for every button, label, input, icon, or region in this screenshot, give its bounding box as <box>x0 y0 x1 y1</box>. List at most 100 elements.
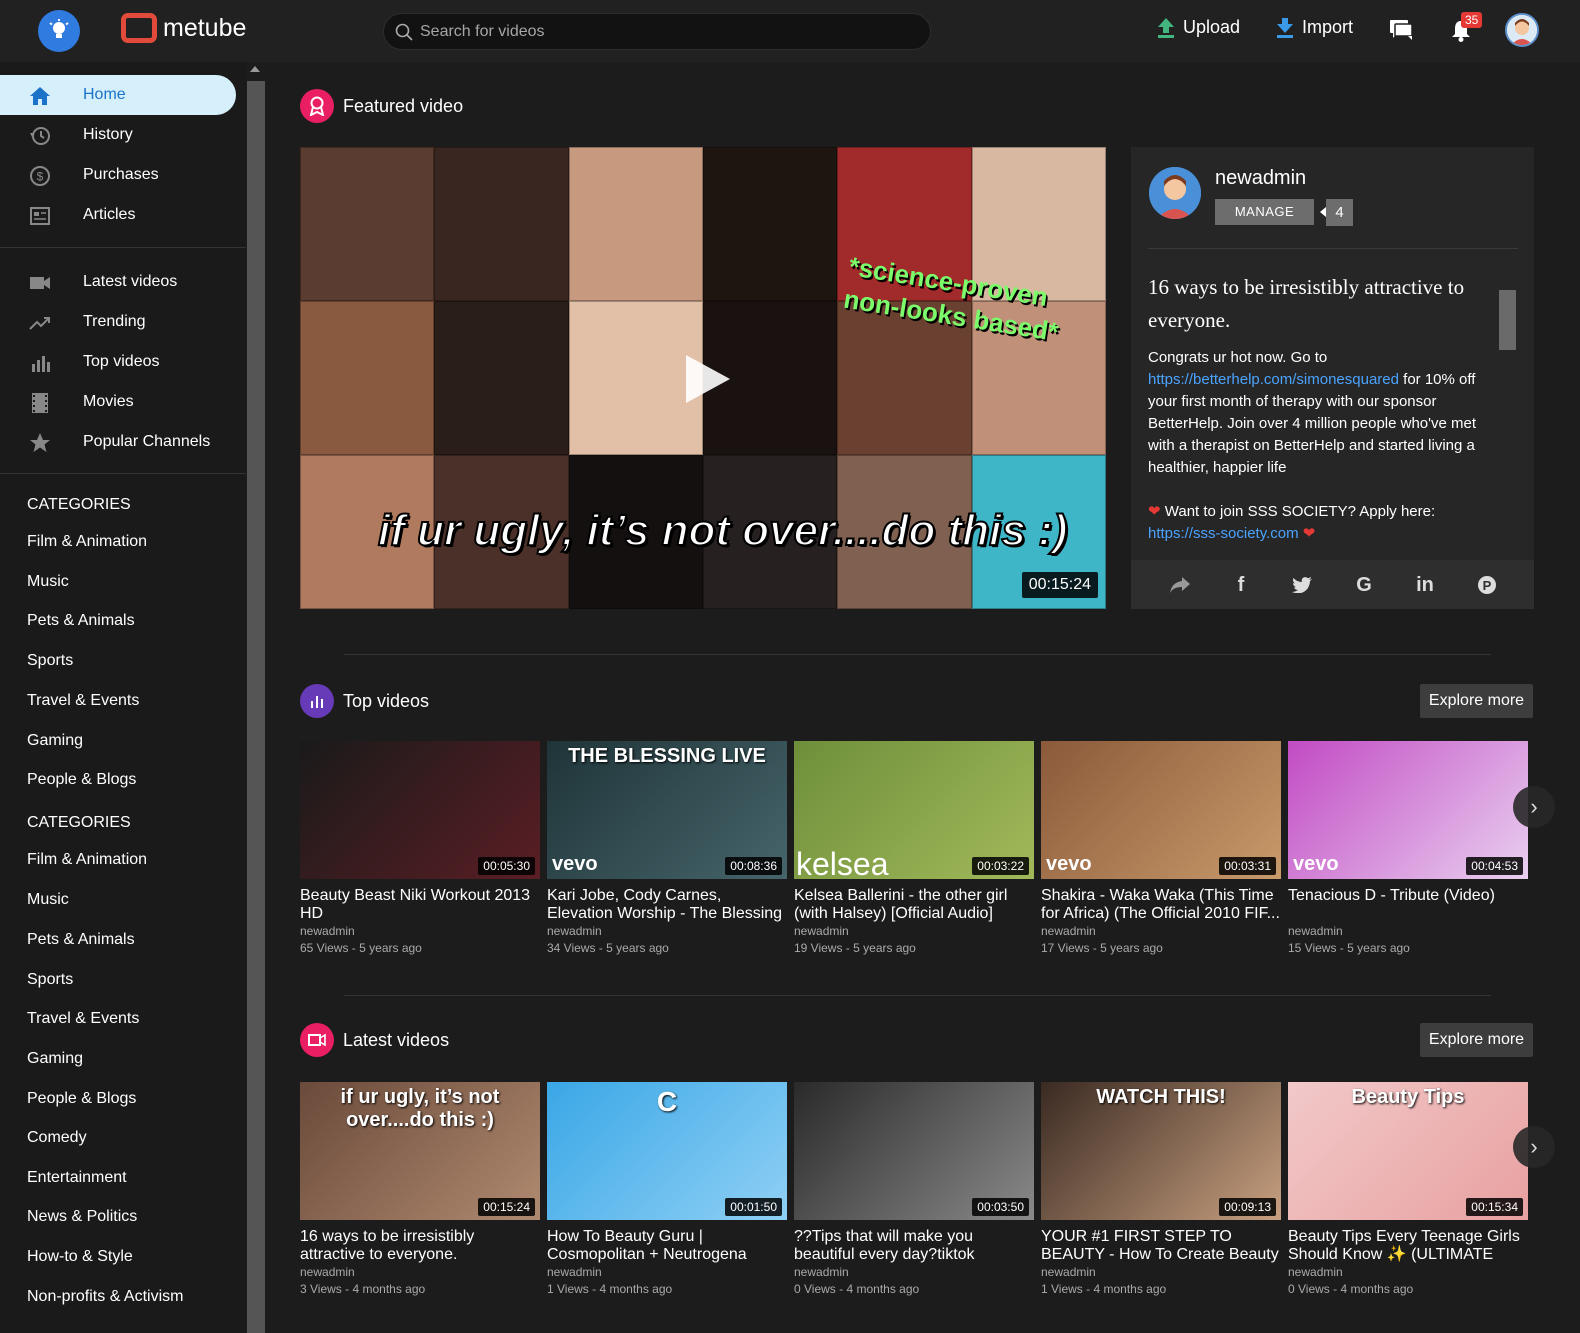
sidebar-item-top-videos[interactable]: Top videos <box>0 342 236 382</box>
category-item[interactable]: Travel & Events <box>27 1010 139 1028</box>
scrollbar-thumb[interactable] <box>247 81 265 1333</box>
explore-more-button[interactable]: Explore more <box>1420 1023 1533 1057</box>
sss-society-link[interactable]: https://sss-society.com <box>1148 525 1299 542</box>
category-item[interactable]: Sports <box>27 971 73 989</box>
category-item[interactable]: Sports <box>27 652 73 670</box>
twitter-icon[interactable] <box>1289 572 1315 598</box>
description-scrollbar[interactable] <box>1499 275 1516 547</box>
sidebar-scrollbar[interactable] <box>246 62 265 1333</box>
sidebar-item-purchases[interactable]: $ Purchases <box>0 155 236 195</box>
sidebar-divider <box>0 473 246 474</box>
category-item[interactable]: How-to & Style <box>27 1248 133 1266</box>
category-item[interactable]: People & Blogs <box>27 771 136 789</box>
video-title[interactable]: Shakira - Waka Waka (This Time for Afric… <box>1041 887 1281 923</box>
category-item[interactable]: Gaming <box>27 732 83 750</box>
video-author[interactable]: newadmin <box>300 1264 540 1281</box>
carousel-next-button[interactable]: › <box>1513 1126 1555 1168</box>
category-item[interactable]: Travel & Events <box>27 692 139 710</box>
video-card[interactable]: WATCH THIS! 00:09:13 YOUR #1 FIRST STEP TO… <box>1041 1082 1281 1298</box>
sidebar-item-home[interactable]: Home <box>0 75 236 115</box>
carousel-next-button[interactable]: › <box>1513 786 1555 828</box>
messages-icon[interactable] <box>1389 19 1413 46</box>
lightbulb-icon[interactable] <box>38 10 80 52</box>
video-title[interactable]: Beauty Tips Every Teenage Girls Should K… <box>1288 1228 1528 1264</box>
video-author[interactable]: newadmin <box>794 923 1034 940</box>
import-button[interactable]: Import <box>1276 17 1353 38</box>
sidebar-item-latest-videos[interactable]: Latest videos <box>0 262 236 302</box>
sidebar-item-trending[interactable]: Trending <box>0 302 236 342</box>
scroll-up-icon[interactable] <box>250 66 260 72</box>
video-thumbnail[interactable]: vevo 00:03:31 <box>1041 741 1281 879</box>
category-item[interactable]: Comedy <box>27 1129 87 1147</box>
video-thumbnail[interactable]: C 00:01:50 <box>547 1082 787 1220</box>
upload-button[interactable]: Upload <box>1157 17 1240 38</box>
video-title[interactable]: Kelsea Ballerini - the other girl (with … <box>794 887 1034 923</box>
category-item[interactable]: News & Politics <box>27 1208 137 1226</box>
video-author[interactable]: newadmin <box>300 923 540 940</box>
history-icon <box>30 127 50 145</box>
channel-avatar[interactable] <box>1149 167 1201 219</box>
video-author[interactable]: newadmin <box>794 1264 1034 1281</box>
video-thumbnail[interactable]: 00:03:50 <box>794 1082 1034 1220</box>
category-item[interactable]: Music <box>27 573 69 591</box>
category-item[interactable]: Film & Animation <box>27 533 147 551</box>
category-item[interactable]: Pets & Animals <box>27 612 135 630</box>
share-icon[interactable] <box>1167 572 1193 598</box>
sidebar-item-movies[interactable]: Movies <box>0 382 236 422</box>
video-thumbnail[interactable]: WATCH THIS! 00:09:13 <box>1041 1082 1281 1220</box>
video-title[interactable]: Tenacious D - Tribute (Video) <box>1288 887 1528 923</box>
linkedin-icon[interactable]: in <box>1412 572 1438 598</box>
video-title[interactable]: YOUR #1 FIRST STEP TO BEAUTY - How To Cr… <box>1041 1228 1281 1264</box>
video-card[interactable]: 00:05:30 Beauty Beast Niki Workout 2013 H… <box>300 741 540 957</box>
betterhelp-link[interactable]: https://betterhelp.com/simonesquared <box>1148 371 1399 388</box>
video-card[interactable]: vevo 00:03:31 Shakira - Waka Waka (This Ti… <box>1041 741 1281 957</box>
category-item[interactable]: Film & Animation <box>27 851 147 869</box>
category-item[interactable]: Pets & Animals <box>27 931 135 949</box>
video-meta: 15 Views - 5 years ago <box>1288 941 1410 955</box>
scrollbar-thumb[interactable] <box>1499 290 1516 350</box>
video-title[interactable]: Kari Jobe, Cody Carnes, Elevation Worshi… <box>547 887 787 923</box>
category-item[interactable]: People & Blogs <box>27 1090 136 1108</box>
video-title[interactable]: 16 ways to be irresistibly attractive to… <box>300 1228 540 1264</box>
manage-button[interactable]: MANAGE <box>1215 199 1314 225</box>
video-author[interactable]: newadmin <box>1041 923 1281 940</box>
video-title[interactable]: ??Tips that will make you beautiful ever… <box>794 1228 1034 1264</box>
video-card[interactable]: if ur ugly, it’s not over....do this :) 0… <box>300 1082 540 1298</box>
video-thumbnail[interactable]: vevo 00:04:53 <box>1288 741 1528 879</box>
video-author[interactable]: newadmin <box>1288 1264 1528 1281</box>
video-thumbnail[interactable]: if ur ugly, it’s not over....do this :) 0… <box>300 1082 540 1220</box>
video-card[interactable]: kelsea 00:03:22 Kelsea Ballerini - the oth… <box>794 741 1034 957</box>
video-title[interactable]: Beauty Beast Niki Workout 2013 HD <box>300 887 540 923</box>
sidebar-item-history[interactable]: History <box>0 115 236 155</box>
video-card[interactable]: vevo 00:04:53 Tenacious D - Tribute (Video… <box>1288 741 1528 957</box>
video-author[interactable]: newadmin <box>1041 1264 1281 1281</box>
category-item[interactable]: Gaming <box>27 1050 83 1068</box>
play-icon[interactable] <box>686 355 730 403</box>
video-thumbnail[interactable]: 00:05:30 <box>300 741 540 879</box>
search-input[interactable] <box>420 14 920 49</box>
sidebar-item-popular-channels[interactable]: Popular Channels <box>0 422 236 462</box>
featured-video-player[interactable]: *science-proven non-looks based* if ur u… <box>300 147 1106 609</box>
category-item[interactable]: Entertainment <box>27 1169 127 1187</box>
video-author[interactable]: newadmin <box>1288 923 1528 940</box>
video-thumbnail[interactable]: Beauty Tips 00:15:34 <box>1288 1082 1528 1220</box>
channel-name[interactable]: newadmin <box>1215 167 1306 190</box>
video-card[interactable]: Beauty Tips 00:15:34 Beauty Tips Every Tee… <box>1288 1082 1528 1298</box>
video-author[interactable]: newadmin <box>547 1264 787 1281</box>
video-thumbnail[interactable]: kelsea 00:03:22 <box>794 741 1034 879</box>
category-item[interactable]: Non-profits & Activism <box>27 1288 183 1306</box>
video-author[interactable]: newadmin <box>547 923 787 940</box>
category-item[interactable]: Music <box>27 891 69 909</box>
pinterest-icon[interactable]: P <box>1474 572 1500 598</box>
user-avatar[interactable] <box>1505 13 1539 47</box>
google-icon[interactable]: G <box>1351 572 1377 598</box>
explore-more-button[interactable]: Explore more <box>1420 684 1533 718</box>
facebook-icon[interactable]: f <box>1228 572 1254 598</box>
video-card[interactable]: THE BLESSING LIVE vevo 00:08:36 Kari Jobe, … <box>547 741 787 957</box>
video-card[interactable]: 00:03:50 ??Tips that will make you beauti… <box>794 1082 1034 1298</box>
video-card[interactable]: C 00:01:50 How To Beauty Guru | Cosmopolit… <box>547 1082 787 1298</box>
logo[interactable]: metube <box>121 13 246 43</box>
video-title[interactable]: How To Beauty Guru | Cosmopolitan + Neut… <box>547 1228 787 1264</box>
sidebar-item-articles[interactable]: Articles <box>0 195 236 235</box>
video-thumbnail[interactable]: THE BLESSING LIVE vevo 00:08:36 <box>547 741 787 879</box>
